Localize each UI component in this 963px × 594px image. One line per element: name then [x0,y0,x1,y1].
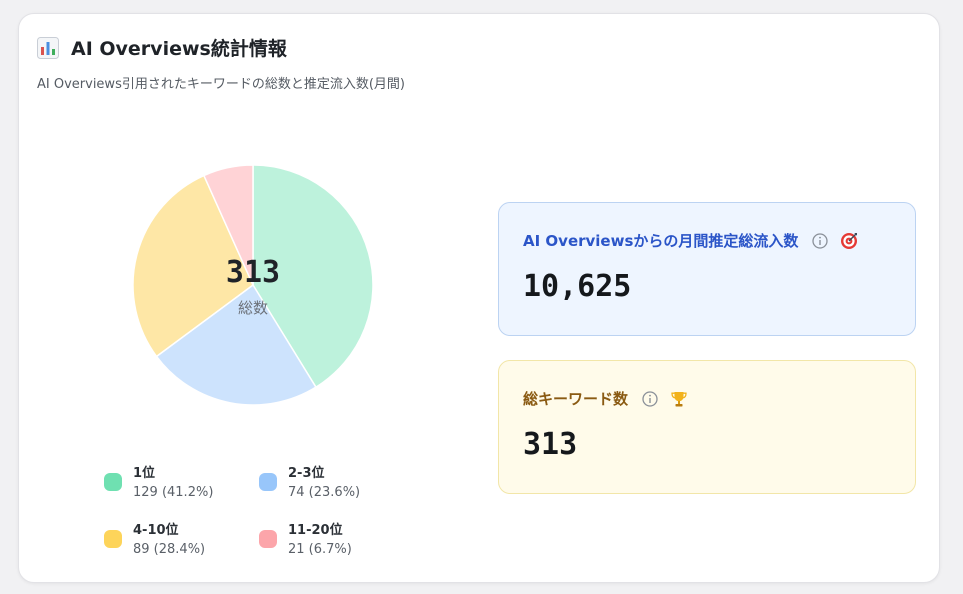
chart-legend: 1位 129 (41.2%) 2-3位 74 (23.6%) 4-10位 89 … [104,462,424,562]
legend-label: 1位 [133,466,156,481]
pie-chart: 313 総数 [132,164,374,406]
keywords-stat-header: 総キーワード数 [523,388,688,409]
legend-swatch [259,473,277,491]
legend-item-rank-11-20: 11-20位 21 (6.7%) [259,519,409,563]
legend-item-rank-1: 1位 129 (41.2%) [104,462,254,506]
legend-item-rank-2-3: 2-3位 74 (23.6%) [259,462,409,506]
target-icon [841,232,858,249]
trophy-icon [671,391,687,406]
legend-item-rank-4-10: 4-10位 89 (28.4%) [104,519,254,563]
keywords-stat-box: 総キーワード数 313 [498,360,916,494]
traffic-stat-header: AI Overviewsからの月間推定総流入数 [523,230,858,251]
info-icon[interactable] [642,390,658,407]
legend-value: 129 (41.2%) [133,485,214,500]
legend-swatch [104,473,122,491]
ai-overviews-stats-card: AI Overviews統計情報 AI Overviews引用されたキーワードの… [18,13,940,583]
legend-label: 4-10位 [133,523,179,538]
legend-label: 11-20位 [288,523,343,538]
traffic-stat-label: AI Overviewsからの月間推定総流入数 [523,232,799,250]
legend-value: 89 (28.4%) [133,542,206,557]
traffic-stat-value: 10,625 [523,269,632,304]
bar-chart-icon [37,36,59,59]
card-header: AI Overviews統計情報 [37,34,287,61]
page-title: AI Overviews統計情報 [71,38,287,60]
legend-swatch [259,530,277,548]
legend-value: 74 (23.6%) [288,485,361,500]
keywords-stat-label: 総キーワード数 [523,390,629,408]
info-icon[interactable] [812,232,829,249]
traffic-stat-box: AI Overviewsからの月間推定総流入数 10,625 [498,202,916,336]
page-subtitle: AI Overviews引用されたキーワードの総数と推定流入数(月間) [37,77,405,92]
pie-chart-svg [132,164,374,406]
legend-label: 2-3位 [288,466,325,481]
legend-swatch [104,530,122,548]
keywords-stat-value: 313 [523,427,578,462]
legend-value: 21 (6.7%) [288,542,352,557]
